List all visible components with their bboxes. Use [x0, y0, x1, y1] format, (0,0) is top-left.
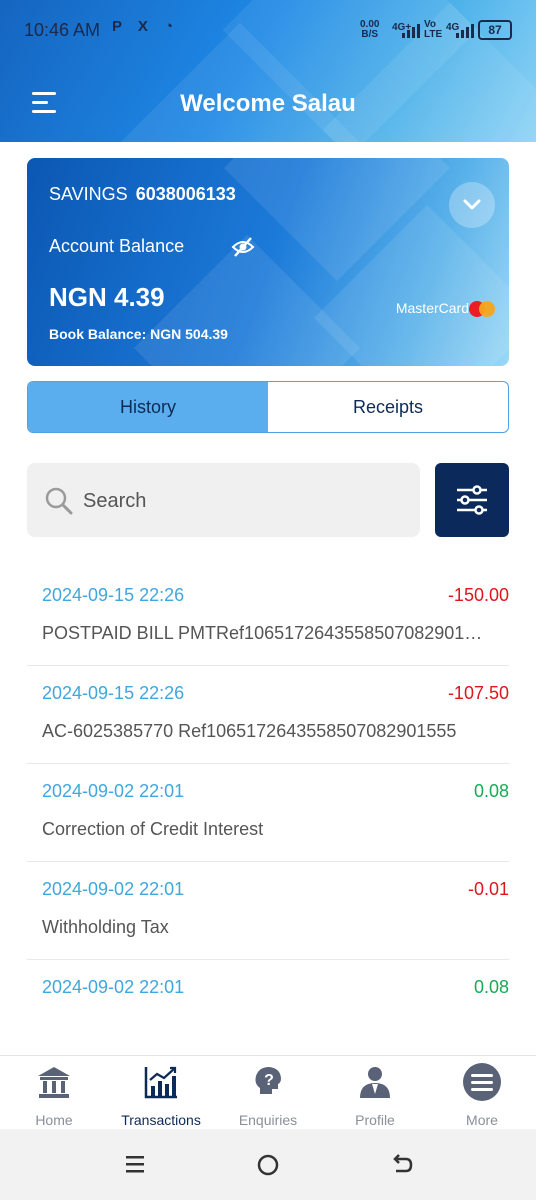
account-number: 6038006133: [135, 184, 236, 204]
nav-label: Transactions: [121, 1112, 201, 1128]
eye-off-icon[interactable]: [231, 236, 255, 263]
nav-transactions[interactable]: Transactions: [111, 1056, 211, 1130]
transaction-description: AC-6025385770 Ref10651726435585070829015…: [42, 721, 457, 741]
app-header: 10:46 AM P X ◔ 0.00 B/S 4G+ Vo LTE 4G 87 …: [0, 0, 536, 142]
net-speed: 0.00 B/S: [360, 20, 379, 40]
transaction-row[interactable]: 2024-09-02 22:01 0.08: [27, 960, 509, 1057]
transaction-list: 2024-09-15 22:26 -150.00 POSTPAID BILL P…: [27, 568, 509, 1057]
battery-icon: 87: [478, 20, 512, 40]
nav-profile[interactable]: Profile: [325, 1056, 425, 1130]
signal-icon: [402, 24, 420, 38]
status-bar: 10:46 AM P X ◔ 0.00 B/S 4G+ Vo LTE 4G 87: [0, 14, 536, 46]
account-card: SAVINGS 6038006133 Account Balance NGN 4.…: [27, 158, 509, 366]
question-icon: ?: [255, 1067, 281, 1094]
account-type: SAVINGS: [49, 184, 128, 204]
filter-button[interactable]: [435, 463, 509, 537]
net-speed-unit: B/S: [361, 29, 379, 40]
home-circle-icon[interactable]: [256, 1153, 280, 1177]
svg-text:?: ?: [264, 1072, 274, 1089]
transaction-date: 2024-09-02 22:01: [42, 879, 185, 899]
transaction-row[interactable]: 2024-09-15 22:26 -150.00 POSTPAID BILL P…: [27, 568, 509, 666]
system-nav-bar: [0, 1129, 536, 1200]
tab-receipts[interactable]: Receipts: [268, 382, 508, 432]
bottom-nav: Home Transactions ? Enquiries Profile Mo…: [0, 1055, 536, 1130]
nav-label: Enquiries: [238, 1112, 298, 1128]
bank-icon: [38, 1067, 70, 1098]
transaction-amount: 0.08: [473, 977, 509, 997]
transaction-date: 2024-09-02 22:01: [42, 977, 185, 997]
nav-enquiries[interactable]: ? Enquiries: [218, 1056, 318, 1130]
transaction-description: Correction of Credit Interest: [42, 819, 264, 839]
transaction-amount: -107.50: [447, 683, 509, 703]
transaction-amount: -150.00: [447, 585, 509, 605]
balance-label: Account Balance: [49, 236, 185, 256]
account-info: SAVINGS 6038006133: [49, 184, 236, 205]
nav-label: More: [466, 1112, 498, 1128]
nav-label: Profile: [355, 1112, 395, 1128]
transaction-date: 2024-09-15 22:26: [42, 683, 185, 703]
status-app-icons: P X ◔: [112, 18, 180, 35]
transaction-amount: 0.08: [473, 781, 509, 801]
transaction-date: 2024-09-15 22:26: [42, 585, 185, 605]
back-icon[interactable]: [390, 1153, 414, 1177]
transaction-date: 2024-09-02 22:01: [42, 781, 185, 801]
search-icon: [45, 487, 73, 515]
transaction-amount: -0.01: [467, 879, 509, 899]
mastercard-icon: [469, 301, 495, 317]
transaction-description: Withholding Tax: [42, 917, 169, 937]
book-balance: Book Balance: NGN 504.39: [49, 326, 228, 342]
chevron-down-icon: [463, 199, 481, 210]
nav-more[interactable]: More: [432, 1056, 532, 1130]
history-receipts-tabs: History Receipts: [27, 381, 509, 433]
tab-history[interactable]: History: [28, 382, 268, 432]
transaction-row[interactable]: 2024-09-02 22:01 -0.01 Withholding Tax: [27, 862, 509, 960]
transaction-row[interactable]: 2024-09-02 22:01 0.08 Correction of Cred…: [27, 764, 509, 862]
transaction-description: POSTPAID BILL PMTRef10651726435585070829…: [42, 623, 492, 643]
search-input[interactable]: [81, 483, 405, 519]
account-balance: NGN 4.39: [49, 282, 165, 312]
menu-circle-icon: [463, 1063, 501, 1101]
recent-apps-icon[interactable]: [124, 1153, 146, 1175]
transaction-row[interactable]: 2024-09-15 22:26 -107.50 AC-6025385770 R…: [27, 666, 509, 764]
sliders-icon: [457, 485, 487, 515]
volte-label: Vo LTE: [424, 19, 443, 40]
nav-home[interactable]: Home: [4, 1056, 104, 1130]
status-time: 10:46 AM: [24, 20, 101, 40]
card-brand: MasterCard: [395, 300, 469, 316]
page-title: Welcome Salau: [180, 90, 356, 117]
search-box: [27, 463, 420, 537]
account-dropdown-button[interactable]: [449, 182, 495, 228]
chart-icon: [144, 1066, 177, 1099]
nav-label: Home: [35, 1112, 73, 1128]
signal-icon-2: [456, 24, 474, 38]
person-icon: [360, 1067, 390, 1098]
